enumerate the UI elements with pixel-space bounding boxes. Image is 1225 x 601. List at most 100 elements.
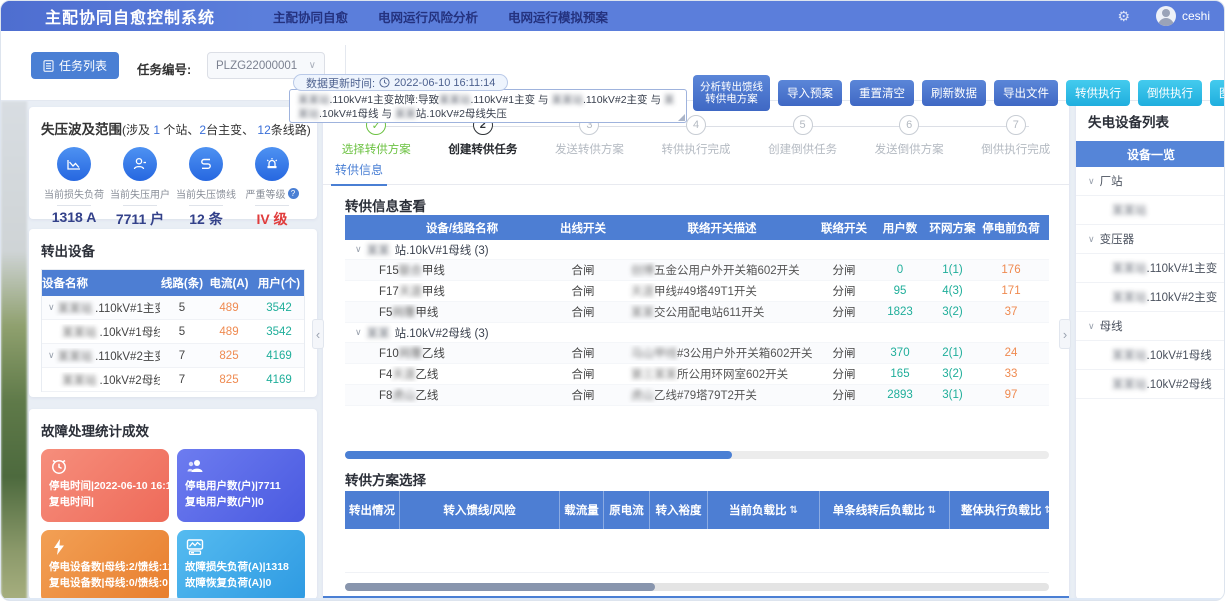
toolbar-button[interactable]: 导出文件 [994,80,1058,106]
nav-tab[interactable]: 电网运行风险分析 [378,7,478,26]
stat-line: 复电时间| [49,494,161,510]
user-count: 0 [875,264,925,276]
caret-down-icon[interactable]: ∨ [1088,176,1095,187]
toolbar-button[interactable]: 倒供执行 [1138,80,1202,106]
stat-card: 停电设备数|母线:2/馈线:12复电设备数|母线:0/馈线:0 [41,530,169,601]
table-row[interactable]: F4天涯乙线合闸第三某某所公用环网室602开关分闸1653(2)33未执行F8看… [345,364,1049,385]
toolbar-button[interactable]: 转供执行 [1066,80,1130,106]
table-row[interactable]: ∨某某站.110kV#1主变54893542 [42,296,304,320]
ring-plan: 1(1) [925,264,980,276]
impact-stats: 当前损失负荷1318 A当前失压用户7711 户当前失压馈线12 条严重等级?I… [41,147,305,229]
tie-switch-desc: 某某交公用配电站611开关 [621,304,813,320]
impact-stat: 当前失压用户7711 户 [107,147,173,229]
caret-down-icon[interactable]: ∨ [48,302,55,313]
lines-count: 7 [160,350,204,362]
sort-icon[interactable]: ⇅ [790,505,798,516]
table-header: 转出情况转入馈线/风险载流量原电流转入裕度当前负载比⇅单条线转后负载比⇅整体执行… [345,491,1049,529]
column-header[interactable]: 当前负载比⇅ [708,491,820,529]
toolbar-button[interactable]: 图形分析 [1210,80,1225,106]
column-header[interactable]: 整体执行负载比⇅ [950,491,1049,529]
clock-icon [379,77,390,88]
tree-leaf[interactable]: 某某站.10kV#1母线 [1076,341,1225,370]
feeder-name: F10网覆乙线 [345,345,545,361]
empty-table-body [345,529,1049,573]
transfer-out-table: 设备名称线路(条)电流(A)用户(个) ∨某某站.110kV#1主变548935… [41,269,305,392]
device-list-header: 设备一览 [1076,141,1225,167]
gear-icon[interactable]: ⚙ [1117,8,1130,25]
toolbar-button[interactable]: 刷新数据 [922,80,986,106]
step-label: 创建转供任务 [448,141,517,157]
group-row[interactable]: ∨某某站.10kV#2母线 (3) [345,323,1049,343]
top-header: 主配协同自愈控制系统 主配协同自愈电网运行风险分析电网运行模拟预案 ⚙ cesh… [1,1,1224,31]
caret-down-icon[interactable]: ∨ [355,327,362,338]
out-switch-state: 合闸 [545,366,621,382]
collapse-right-icon[interactable]: › [1059,319,1071,349]
stepper-step[interactable]: 7倒供执行完成 [962,109,1069,157]
tab-transfer-info[interactable]: 转供信息 [331,161,387,186]
exec-status: 未执行 [1042,345,1049,361]
out-switch-state: 合闸 [545,345,621,361]
caret-down-icon[interactable]: ∨ [1088,321,1095,332]
table-row[interactable]: F10网覆乙线合闸马山甲线#3公用户外开关箱602开关分闸3702(1)24未执… [345,343,1049,364]
tree-leaf[interactable]: 某某站 [1076,196,1225,225]
horizontal-scrollbar[interactable] [345,583,1049,591]
username: ceshi [1182,9,1210,23]
step-label: 发送倒供方案 [875,141,944,157]
out-switch-state: 合闸 [545,262,621,278]
device-name: 某某站.10kV#1母线 [42,324,160,340]
tree-leaf[interactable]: 某某站.110kV#2主变 [1076,283,1225,312]
fault-description-textarea[interactable]: 某某站.110kV#1主变故障:导致某某站.110kV#1主变 与 某某站.11… [289,89,687,123]
table-row[interactable]: F15联合甲线合闸创博五金公用户外开关箱602开关分闸01(1)176未执行F1… [345,260,1049,281]
out-switch-state: 合闸 [545,283,621,299]
stat-line: 复电用户数(户)|0 [185,494,297,510]
user-icon [123,147,157,181]
tree-node[interactable]: ∨母线 [1076,312,1225,341]
caret-down-icon[interactable]: ∨ [355,244,362,255]
stat-card: 停电用户数(户)|7711复电用户数(户)|0 [177,449,305,522]
impact-stat: 严重等级?IV 级 [239,147,305,229]
tabs-row: 转供信息 [323,159,1069,185]
stepper-step[interactable]: 6发送倒供方案 [856,109,963,157]
toolbar-button[interactable]: 导入预案 [778,80,842,106]
sort-icon[interactable]: ⇅ [928,505,936,516]
step-label: 发送转供方案 [555,141,624,157]
plan-table-title: 转供方案选择 [345,469,426,489]
tree-node[interactable]: ∨变压器 [1076,225,1225,254]
exec-status: 未执行 [1042,366,1049,382]
current-value: 825 [204,374,254,386]
column-header: 用户数 [875,220,925,236]
user-count: 370 [875,347,925,359]
tree-leaf[interactable]: 某某站.10kV#2母线 [1076,370,1225,399]
task-list-button[interactable]: 任务列表 [31,52,119,79]
horizontal-scrollbar[interactable] [345,451,1049,459]
tree-leaf[interactable]: 某某站.110kV#1主变 [1076,254,1225,283]
toolbar-button[interactable]: 分析转出馈线转供电方案 [693,75,770,111]
column-header[interactable]: 单条线转后负载比⇅ [820,491,950,529]
table-row[interactable]: 某某站.10kV#1母线54893542 [42,320,304,344]
step-number: 4 [686,115,706,135]
nav-tab[interactable]: 主配协同自愈 [273,7,348,26]
user-menu[interactable]: ceshi [1156,6,1210,26]
nav-tab[interactable]: 电网运行模拟预案 [508,7,608,26]
tie-switch-state: 分闸 [813,304,875,320]
stepper-step[interactable]: 5创建倒供任务 [749,109,856,157]
column-header: 执行状态 [1042,220,1049,236]
tie-switch-desc: 天涯甲线#49塔49T1开关 [621,283,813,299]
table-row[interactable]: F8虎山乙线合闸虎山乙线#79塔79T2开关分闸28933(1)97未执行F5和… [345,385,1049,406]
pre-outage-load: 24 [980,347,1042,359]
divider [189,205,223,206]
group-row[interactable]: ∨某某站.10kV#1母线 (3) [345,240,1049,260]
table-row[interactable]: F17天涯甲线合闸天涯甲线#49塔49T1开关分闸954(3)171未执行F7天… [345,281,1049,302]
caret-down-icon[interactable]: ∨ [1088,234,1095,245]
table-row[interactable]: ∨某某站.110kV#2主变78254169 [42,344,304,368]
tie-switch-state: 分闸 [813,366,875,382]
table-row[interactable]: 某某站.10kV#2母线78254169 [42,368,304,392]
sort-icon[interactable]: ⇅ [1045,505,1049,516]
toolbar-button[interactable]: 重置清空 [850,80,914,106]
help-icon[interactable]: ? [288,188,299,199]
caret-down-icon[interactable]: ∨ [48,350,55,361]
tree-node[interactable]: ∨厂站 [1076,167,1225,196]
table-row[interactable]: F5网覆甲线合闸某某交公用配电站611开关分闸18233(2)37未执行F16马… [345,302,1049,323]
collapse-left-icon[interactable]: ‹ [312,319,324,349]
users-icon [185,456,297,478]
